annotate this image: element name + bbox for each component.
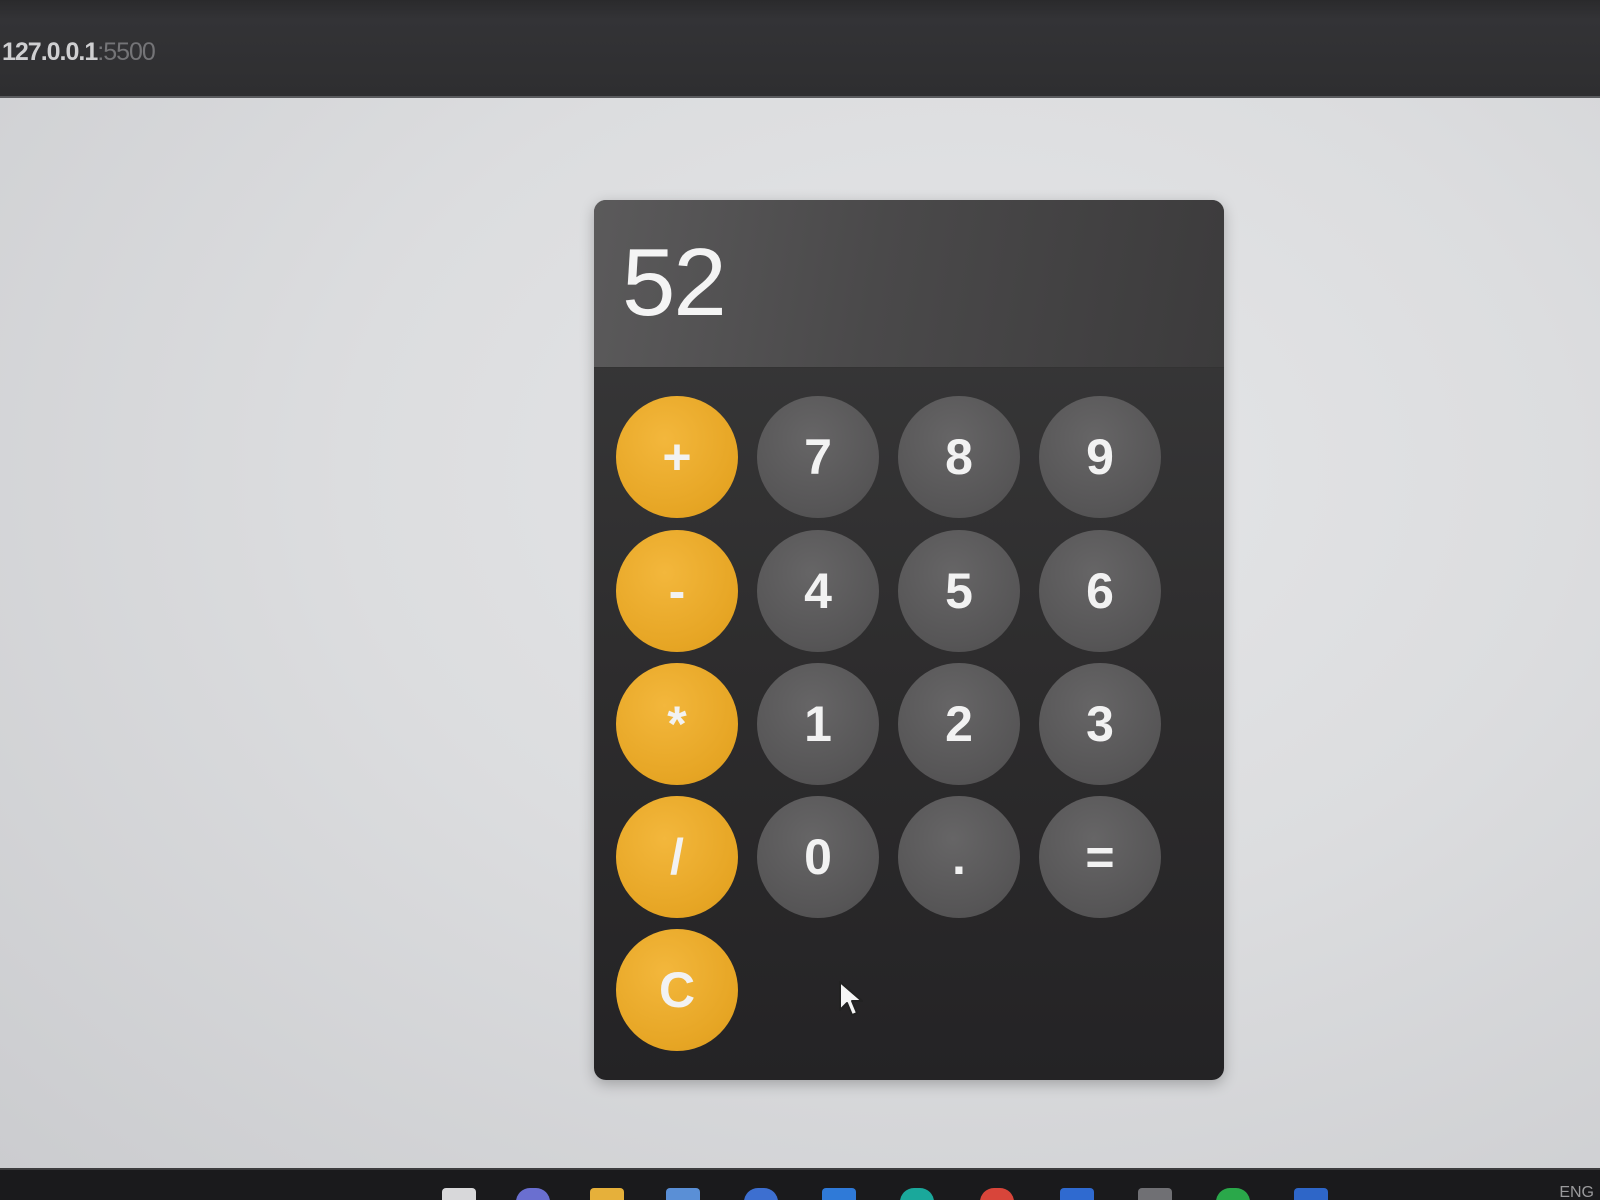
clear-button[interactable]: C <box>616 929 738 1051</box>
taskbar-app-icon[interactable] <box>900 1188 934 1200</box>
digit-9-button[interactable]: 9 <box>1039 396 1161 518</box>
digit-8-button[interactable]: 8 <box>898 396 1020 518</box>
digit-0-button[interactable]: 0 <box>757 796 879 918</box>
screen: 127.0.0.1:5500 52 + 7 8 9 - 4 5 6 * 1 2 … <box>0 0 1600 1200</box>
taskbar-app-icon[interactable] <box>516 1188 550 1200</box>
digit-6-button[interactable]: 6 <box>1039 530 1161 652</box>
taskbar-app-icon[interactable] <box>1138 1188 1172 1200</box>
taskbar-app-icon[interactable] <box>744 1188 778 1200</box>
taskbar-app-icon[interactable] <box>822 1188 856 1200</box>
multiply-button[interactable]: * <box>616 663 738 785</box>
folder-icon[interactable] <box>590 1188 624 1200</box>
calculator-display: 52 <box>594 200 1224 368</box>
digit-2-button[interactable]: 2 <box>898 663 1020 785</box>
equals-button[interactable]: = <box>1039 796 1161 918</box>
subtract-button[interactable]: - <box>616 530 738 652</box>
divide-button[interactable]: / <box>616 796 738 918</box>
calculator: 52 + 7 8 9 - 4 5 6 * 1 2 3 / 0 . = C <box>594 200 1224 1080</box>
taskbar-app-icon[interactable] <box>1216 1188 1250 1200</box>
url-port: :5500 <box>97 38 156 66</box>
taskbar-app-icon[interactable] <box>666 1188 700 1200</box>
digit-4-button[interactable]: 4 <box>757 530 879 652</box>
taskbar-app-icon[interactable] <box>1060 1188 1094 1200</box>
digit-3-button[interactable]: 3 <box>1039 663 1161 785</box>
browser-icon[interactable] <box>980 1188 1014 1200</box>
mouse-cursor-icon <box>839 981 863 1016</box>
digit-7-button[interactable]: 7 <box>757 396 879 518</box>
url-text[interactable]: 127.0.0.1:5500 <box>2 38 156 67</box>
taskbar-app-icon[interactable] <box>1294 1188 1328 1200</box>
taskbar: ENG <box>0 1168 1600 1200</box>
digit-5-button[interactable]: 5 <box>898 530 1020 652</box>
display-value: 52 <box>622 229 727 336</box>
digit-1-button[interactable]: 1 <box>757 663 879 785</box>
taskbar-app-icon[interactable] <box>442 1188 476 1200</box>
url-host: 127.0.0.1 <box>2 38 98 66</box>
decimal-button[interactable]: . <box>898 796 1020 918</box>
browser-address-bar[interactable]: 127.0.0.1:5500 <box>0 0 1600 98</box>
language-indicator[interactable]: ENG <box>1559 1184 1594 1200</box>
add-button[interactable]: + <box>616 396 738 518</box>
